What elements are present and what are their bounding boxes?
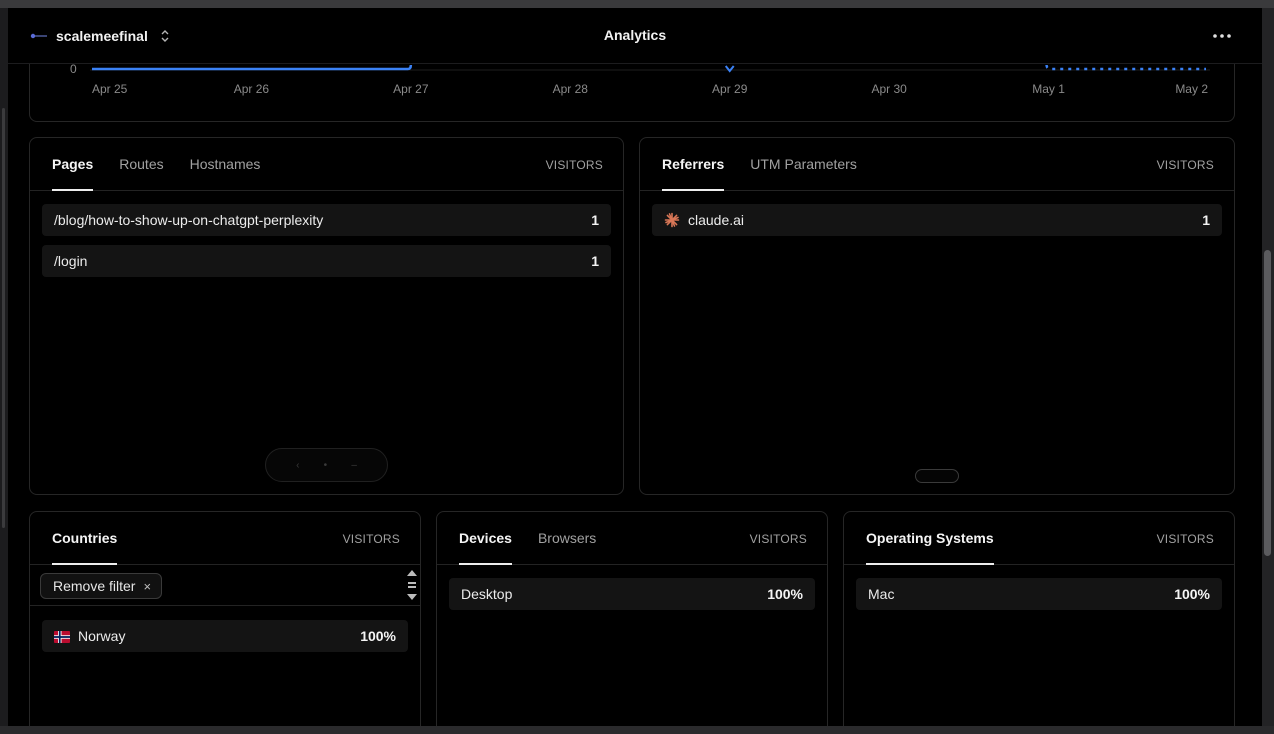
pagination-control[interactable]: ‹ • – — [265, 448, 388, 482]
norway-flag-icon — [54, 630, 70, 643]
analytics-window: 0 Apr 25 Apr 26 Apr 27 Apr 28 Apr 29 Apr 30 May… — [8, 8, 1262, 726]
country-name: Norway — [78, 628, 126, 644]
devices-card-header: Devices Browsers VISITORS — [437, 512, 827, 565]
claude-icon — [664, 212, 680, 228]
tab-browsers[interactable]: Browsers — [538, 512, 596, 565]
tab-pages[interactable]: Pages — [52, 138, 94, 191]
visitors-column-header: VISITORS — [1156, 158, 1214, 172]
referrers-card-header: Referrers UTM Parameters VISITORS — [640, 138, 1234, 191]
x-tick-label: Apr 25 — [92, 82, 128, 96]
window-top-edge — [0, 0, 1274, 8]
x-tick-label: Apr 30 — [871, 82, 907, 96]
x-tick-label: Apr 26 — [234, 82, 270, 96]
os-card: Operating Systems VISITORS Mac 100% — [843, 511, 1235, 726]
devices-tabs: Devices Browsers — [459, 512, 596, 565]
next-page-icon[interactable]: – — [351, 460, 357, 471]
pagination-handle[interactable] — [915, 469, 959, 483]
more-options-icon[interactable] — [1210, 26, 1234, 46]
visitor-count: 1 — [591, 253, 599, 269]
tab-hostnames[interactable]: Hostnames — [190, 138, 261, 191]
visitors-column-header: VISITORS — [1156, 532, 1214, 546]
visitors-column-header: VISITORS — [545, 158, 603, 172]
visitor-count: 1 — [591, 212, 599, 228]
referrer-label-wrap: claude.ai — [664, 212, 1202, 228]
page-title: Analytics — [603, 27, 667, 43]
os-name: Mac — [868, 586, 895, 602]
tab-devices[interactable]: Devices — [459, 512, 512, 565]
list-item[interactable]: Mac 100% — [856, 578, 1222, 610]
visitors-column-header: VISITORS — [342, 532, 400, 546]
countries-card-header: Countries VISITORS — [30, 512, 420, 565]
window-bottom-edge — [0, 726, 1274, 734]
filter-bar: Remove filter × — [30, 565, 420, 606]
referrers-tabs: Referrers UTM Parameters — [662, 138, 857, 191]
left-scroll-track — [0, 8, 8, 734]
os-card-header: Operating Systems VISITORS — [844, 512, 1234, 565]
page-path: /blog/how-to-show-up-on-chatgpt-perplexi… — [54, 212, 324, 228]
tab-referrers[interactable]: Referrers — [662, 138, 725, 191]
stepper-arrows-icon — [407, 570, 417, 600]
visitor-percent: 100% — [767, 586, 803, 602]
device-name: Desktop — [461, 586, 513, 602]
list-item[interactable]: Desktop 100% — [449, 578, 815, 610]
x-tick-label: May 2 — [1175, 82, 1208, 96]
pages-card-header: Pages Routes Hostnames VISITORS — [30, 138, 623, 191]
list-item[interactable]: claude.ai 1 — [652, 204, 1222, 236]
prev-page-icon[interactable]: ‹ — [296, 460, 299, 471]
main-scrollbar-thumb[interactable] — [1264, 250, 1271, 556]
x-tick-label: May 1 — [1032, 82, 1065, 96]
remove-filter-button[interactable]: Remove filter × — [40, 573, 163, 599]
titlebar: scalemeefinal Analytics — [8, 8, 1262, 64]
referrer-name: claude.ai — [688, 212, 745, 228]
list-item[interactable]: Norway 100% — [42, 620, 408, 652]
left-scroll-thumb[interactable] — [2, 108, 5, 528]
list-item[interactable]: /login 1 — [42, 245, 611, 277]
tab-routes[interactable]: Routes — [119, 138, 163, 191]
pages-tabs: Pages Routes Hostnames — [52, 138, 260, 191]
series-line-dotted — [1045, 64, 1206, 71]
tab-operating-systems[interactable]: Operating Systems — [866, 512, 994, 565]
devices-card: Devices Browsers VISITORS Desktop 100% — [436, 511, 828, 726]
page-indicator-icon: • — [323, 459, 328, 471]
x-tick-label: Apr 29 — [712, 82, 748, 96]
main-scrollbar[interactable] — [1262, 8, 1274, 726]
countries-card: Countries VISITORS Remove filter × Norwa… — [29, 511, 421, 726]
os-tabs: Operating Systems — [866, 512, 994, 565]
referrers-card: Referrers UTM Parameters VISITORS claude… — [639, 137, 1235, 495]
pages-card: Pages Routes Hostnames VISITORS /blog/ho… — [29, 137, 624, 495]
series-line-solid — [92, 64, 413, 71]
x-tick-label: Apr 28 — [553, 82, 589, 96]
visitor-percent: 100% — [1174, 586, 1210, 602]
page-path: /login — [54, 253, 88, 269]
visitors-column-header: VISITORS — [749, 532, 807, 546]
filter-stepper[interactable] — [405, 565, 419, 605]
countries-tabs: Countries — [52, 512, 118, 565]
tab-countries[interactable]: Countries — [52, 512, 118, 565]
visitor-percent: 100% — [360, 628, 396, 644]
country-label-wrap: Norway — [54, 628, 360, 644]
x-tick-label: Apr 27 — [393, 82, 429, 96]
remove-filter-label: Remove filter — [53, 578, 136, 594]
list-item[interactable]: /blog/how-to-show-up-on-chatgpt-perplexi… — [42, 204, 611, 236]
y-tick-label: 0 — [70, 62, 77, 76]
visitor-count: 1 — [1202, 212, 1210, 228]
close-icon[interactable]: × — [143, 579, 151, 594]
tab-utm-parameters[interactable]: UTM Parameters — [750, 138, 857, 191]
